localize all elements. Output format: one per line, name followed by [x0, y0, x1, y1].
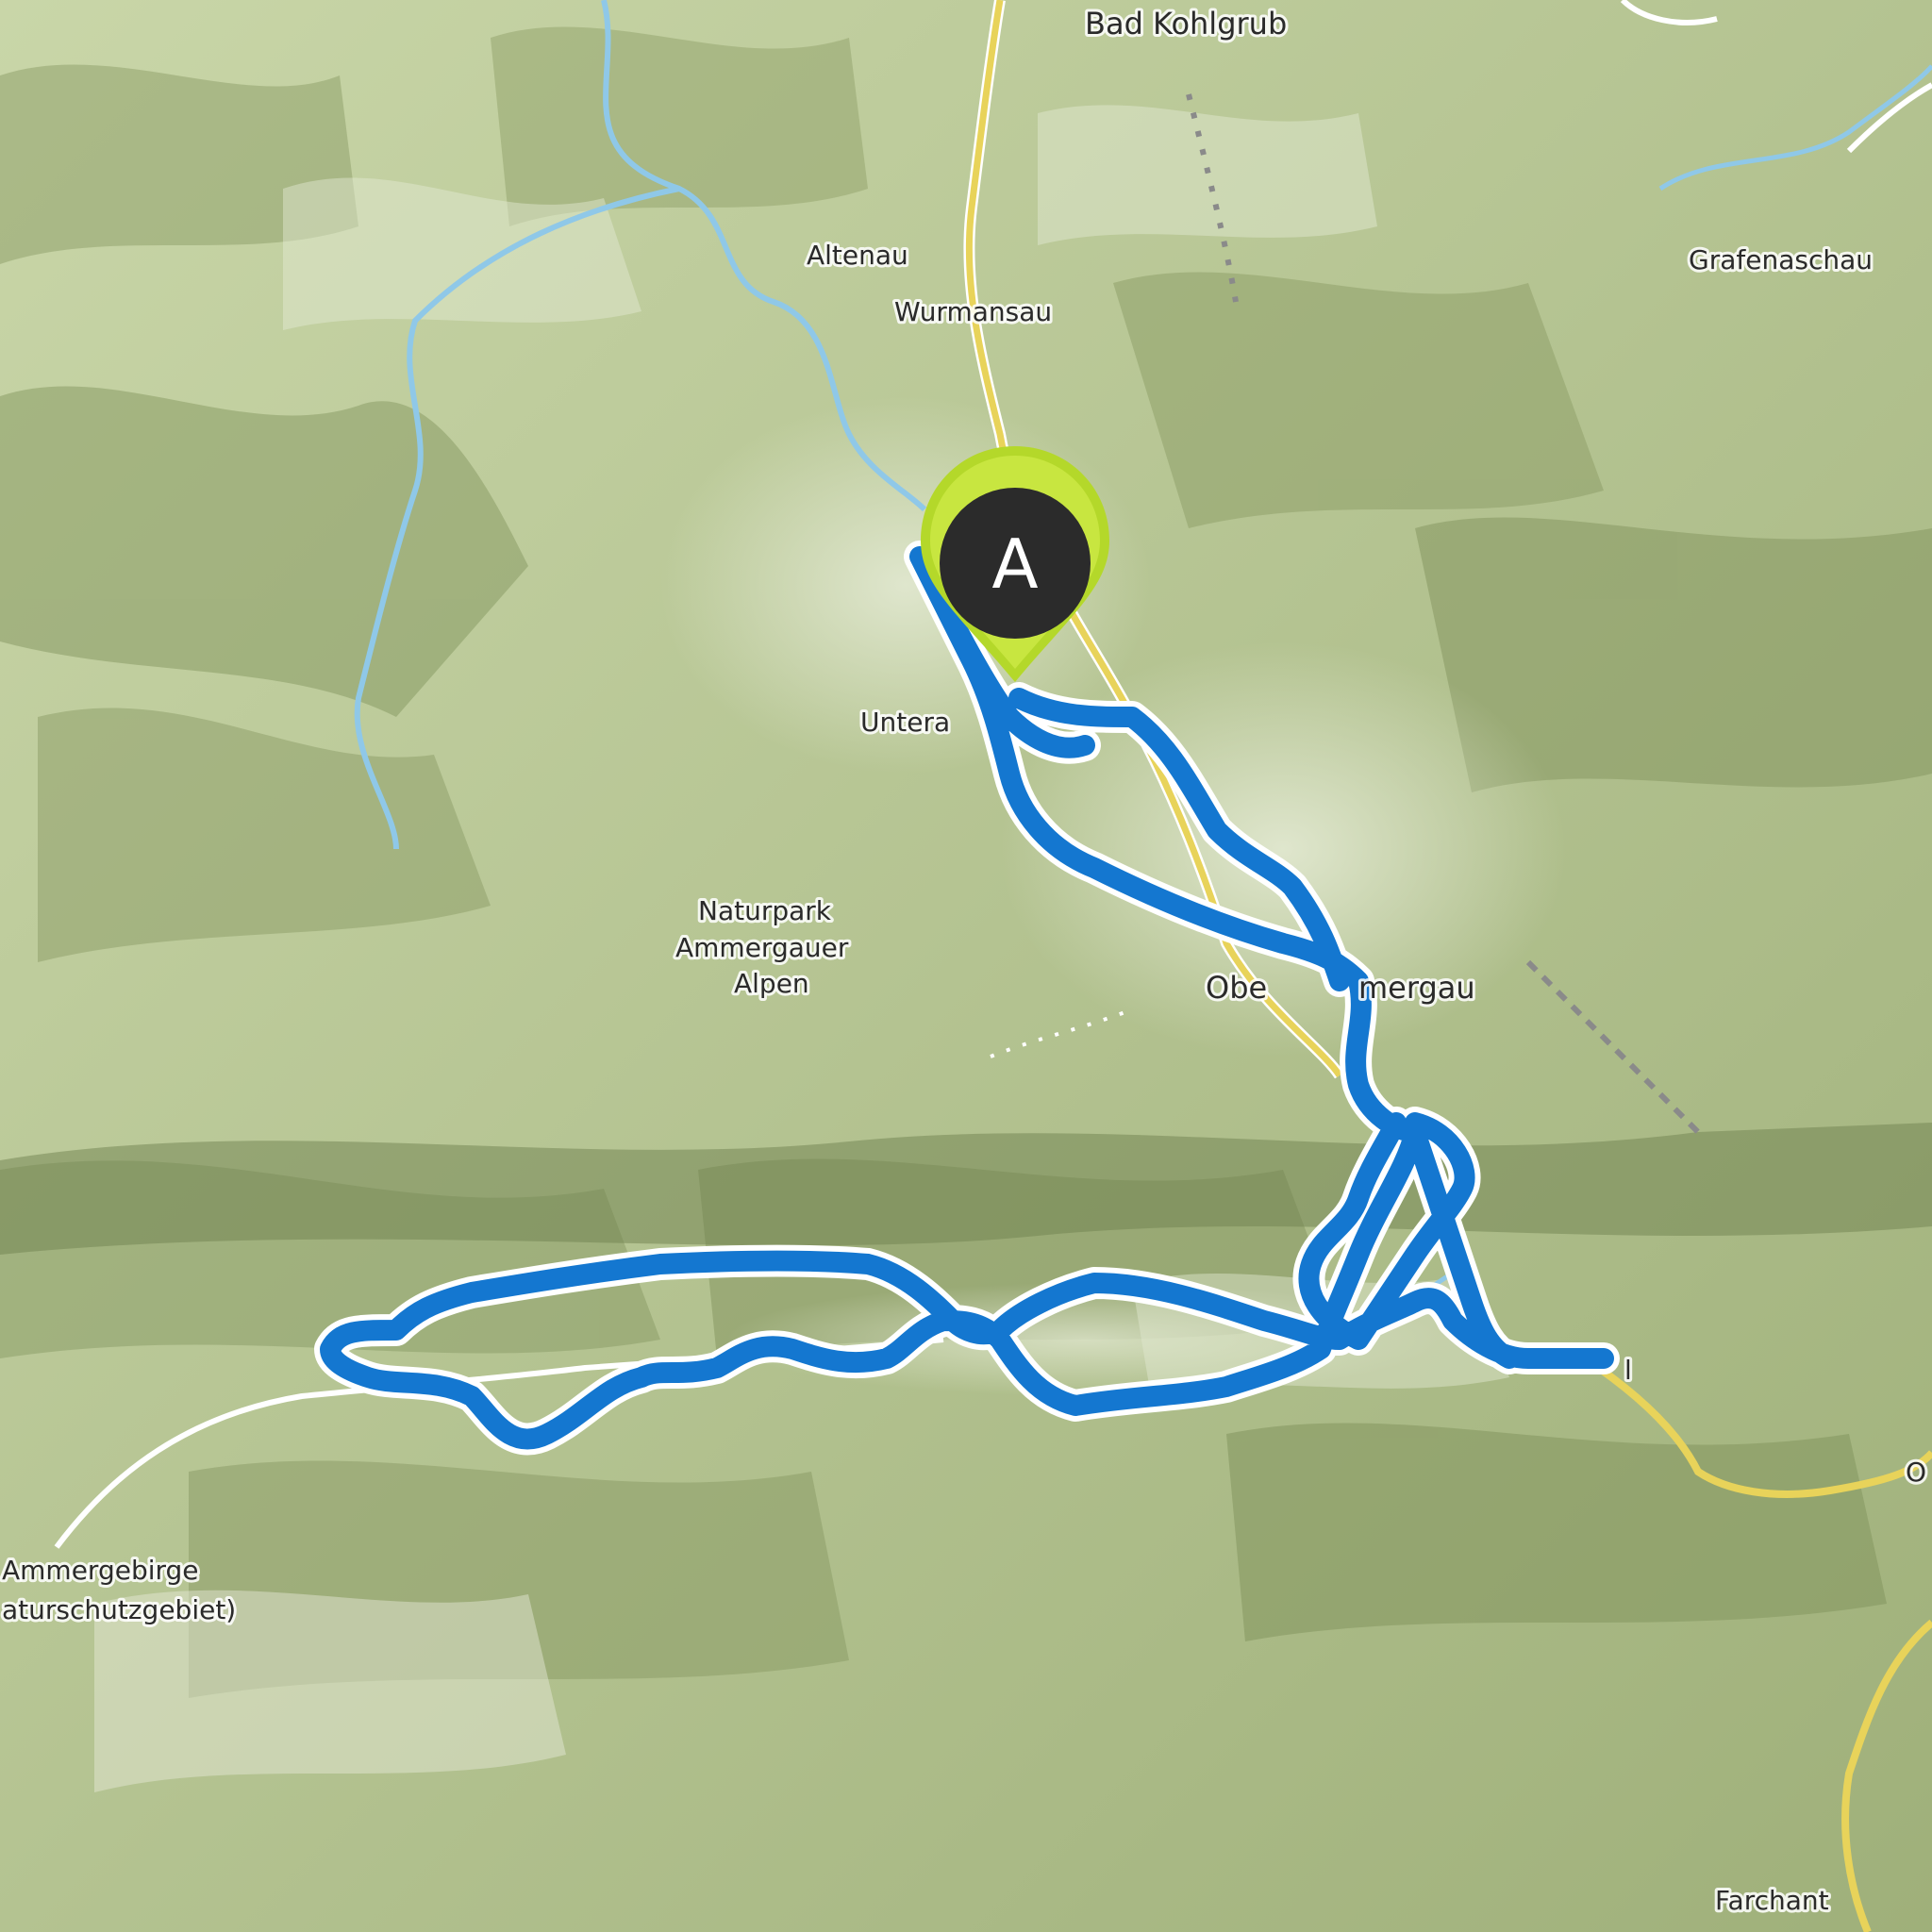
start-marker-label: A [991, 525, 1038, 604]
ridge-band [0, 1123, 1932, 1255]
label-oberammergau-2: mergau [1358, 970, 1475, 1006]
label-bad-kohlgrub: Bad Kohlgrub [1085, 6, 1287, 42]
label-naturpark-1: Naturpark [698, 895, 832, 926]
label-farchant: Farchant [1715, 1885, 1829, 1916]
label-altenau: Altenau [807, 240, 908, 271]
label-oberammergau-1: Obe [1206, 970, 1267, 1006]
label-grafenaschau: Grafenaschau [1689, 244, 1873, 275]
label-ettal-fragment: l [1624, 1355, 1632, 1386]
label-ammergebirge-2: aturschutzgebiet) [2, 1594, 236, 1625]
label-naturpark-3: Alpen [734, 968, 809, 999]
terrain-map[interactable]: Bad Kohlgrub Altenau Wurmansau Grafenasc… [0, 0, 1932, 1932]
label-naturpark-2: Ammergauer [675, 932, 849, 963]
label-oberau-fragment: O [1906, 1457, 1926, 1488]
map-view[interactable]: Bad Kohlgrub Altenau Wurmansau Grafenasc… [0, 0, 1932, 1932]
label-ammergebirge-1: Ammergebirge [2, 1555, 199, 1586]
label-wurmansau: Wurmansau [894, 296, 1052, 327]
label-unterammergau: Untera [860, 707, 950, 738]
